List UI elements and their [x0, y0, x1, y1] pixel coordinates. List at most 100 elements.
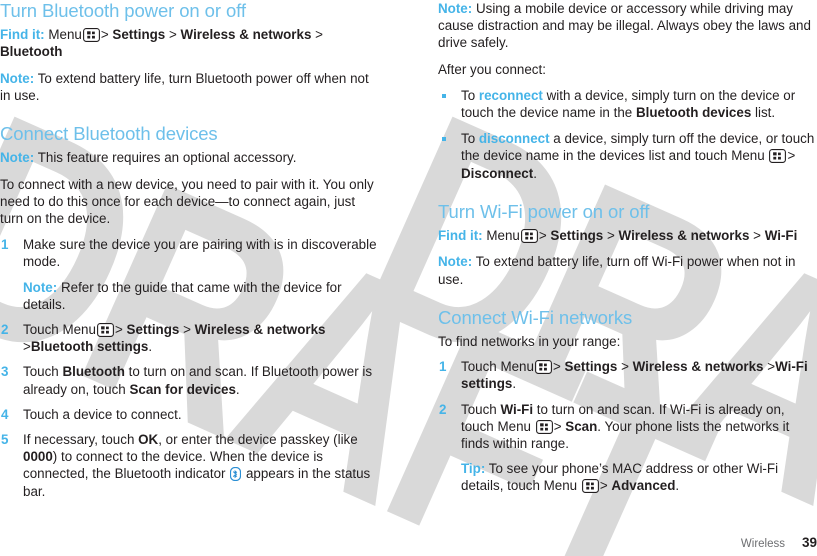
find-it-sep-1: > — [100, 27, 109, 43]
find-it-sep-3: > — [753, 228, 761, 244]
after-connect-bullet-list: To reconnect with a device, simply turn … — [438, 87, 815, 182]
footer-page-number: 39 — [801, 535, 817, 550]
step-text: Touch a device to connect. — [23, 406, 182, 422]
footer-section-name: Wireless — [740, 538, 785, 550]
tip-label: Tip: — [461, 461, 486, 477]
note-label: Note: — [0, 150, 35, 166]
step-text-pre: Touch Menu — [461, 359, 534, 375]
bullet-text-1: To — [461, 131, 479, 147]
right-column: Note: Using a mobile device or accessory… — [438, 0, 815, 503]
bluetooth-pairing-intro: To connect with a new device, you need t… — [0, 176, 374, 226]
note-text: To extend battery life, turn Bluetooth p… — [0, 70, 369, 103]
heading-turn-bluetooth-power: Turn Bluetooth power on or off — [0, 0, 246, 21]
find-it-menu-word: Menu — [486, 228, 520, 244]
bullet-keyword-reconnect: reconnect — [478, 87, 543, 103]
bullet-keyword-disconnect: disconnect — [478, 131, 550, 147]
step-text-pre: Touch Menu — [23, 321, 96, 337]
tip-sep: > — [599, 478, 608, 494]
list-item: To disconnect a device, simply turn off … — [438, 130, 815, 182]
find-it-item-wifi: Wi-Fi — [764, 228, 798, 244]
step-item-settings: Settings — [564, 359, 618, 375]
heading-turn-wifi-power: Turn Wi-Fi power on or off — [438, 200, 650, 222]
note-text: Refer to the guide that came with the de… — [23, 279, 342, 312]
tip-text-2: . — [675, 478, 680, 494]
heading-connect-bluetooth-devices: Connect Bluetooth devices — [0, 123, 218, 145]
list-item: 5 If necessary, touch OK, or enter the de… — [0, 431, 377, 500]
step-text-1: If necessary, touch — [23, 431, 139, 447]
menu-grid-icon — [97, 323, 114, 337]
step-number: 1 — [439, 359, 447, 375]
list-item: 2 Touch Wi-Fi to turn on and scan. If Wi-… — [438, 401, 815, 495]
step-bold-scan-for-devices: Scan for devices — [129, 381, 236, 397]
manual-page: Turn Bluetooth power on or off Find it: … — [0, 0, 817, 556]
step-sep-1: > — [552, 359, 561, 375]
find-it-item-settings: Settings — [112, 27, 166, 43]
find-it-label: Find it: — [0, 27, 45, 43]
step-sep-3: > — [23, 339, 31, 355]
step-period: . — [148, 339, 153, 355]
step-item-bluetooth-settings: Bluetooth settings — [30, 339, 149, 355]
bullet-sep: > — [787, 148, 796, 164]
note-label: Note: — [438, 254, 473, 270]
find-it-sep-2: > — [168, 27, 177, 43]
tip-bold-advanced: Advanced — [611, 478, 676, 494]
find-it-bluetooth: Find it: Menu > Settings > Wireless & net… — [0, 26, 377, 60]
step-number: 5 — [1, 431, 9, 447]
wifi-intro: To find networks in your range: — [438, 333, 621, 349]
find-it-item-wireless-networks: Wireless & networks — [180, 27, 312, 43]
heading-connect-wifi-networks: Connect Wi-Fi networks — [438, 306, 633, 328]
list-item: 1 Make sure the device you are pairing w… — [0, 236, 377, 313]
page-footer: Wireless 39 — [741, 535, 817, 550]
step-item-wireless-networks: Wireless & networks — [194, 321, 326, 337]
step-sep: > — [553, 418, 562, 434]
find-it-wifi: Find it: Menu > Settings > Wireless & net… — [438, 227, 815, 244]
step-number: 2 — [439, 401, 447, 417]
step-text-1: Touch — [23, 364, 63, 380]
note-text: To extend battery life, turn off Wi-Fi p… — [438, 254, 796, 287]
menu-grid-icon — [769, 149, 787, 164]
list-item: 3 Touch Bluetooth to turn on and scan. If… — [0, 363, 377, 397]
menu-grid-icon — [581, 479, 599, 494]
wifi-steps-list: 1 Touch Menu > Settings > Wireless & netw… — [438, 358, 815, 494]
bullet-bold-bluetooth-devices: Bluetooth devices — [635, 105, 752, 121]
find-it-menu-word: Menu — [48, 27, 82, 43]
step-bold-passkey: 0000 — [23, 449, 53, 465]
step-sep-3: > — [767, 359, 776, 375]
step-text: Make sure the device you are pairing wit… — [23, 237, 377, 270]
bullet-text-1: To — [461, 87, 479, 103]
find-it-sep-2: > — [606, 228, 615, 244]
menu-grid-icon — [82, 28, 100, 43]
step-text-1: Touch — [461, 401, 501, 417]
list-item: To reconnect with a device, simply turn … — [438, 87, 815, 121]
note-extend-battery-bluetooth: Note: To extend battery life, turn Bluet… — [0, 70, 377, 104]
bluetooth-indicator-icon — [230, 467, 242, 482]
note-extend-battery-wifi: Note: To extend battery life, turn off W… — [438, 253, 815, 287]
step-sep-2: > — [621, 359, 629, 375]
step-item-wireless-networks: Wireless & networks — [632, 359, 764, 375]
step-bold-wifi: Wi-Fi — [500, 401, 534, 417]
bluetooth-steps-list: 1 Make sure the device you are pairing w… — [0, 236, 377, 500]
step-bold-scan: Scan — [565, 418, 598, 434]
list-item: 4 Touch a device to connect. — [0, 406, 377, 423]
note-text: Using a mobile device or accessory while… — [438, 1, 811, 51]
bullet-text-3: . — [533, 165, 537, 181]
step-sub-note: Note: Refer to the guide that came with … — [23, 279, 377, 313]
find-it-sep-3: > — [315, 27, 323, 43]
bullet-text-3: list. — [751, 105, 776, 121]
step-period: . — [512, 376, 517, 392]
after-you-connect-intro: After you connect: — [438, 61, 546, 77]
step-number: 3 — [1, 364, 9, 380]
note-label: Note: — [0, 70, 35, 86]
note-optional-accessory: Note: This feature requires an optional … — [0, 149, 377, 166]
step-number: 2 — [1, 321, 9, 337]
menu-grid-icon — [535, 419, 553, 434]
step-bold-ok: OK — [138, 431, 159, 447]
step-number: 4 — [1, 406, 9, 422]
menu-grid-icon — [535, 360, 552, 375]
list-item: 1 Touch Menu > Settings > Wireless & netw… — [438, 358, 815, 392]
step-sep-1: > — [114, 321, 123, 337]
note-label: Note: — [438, 1, 473, 16]
step-bold-bluetooth: Bluetooth — [62, 364, 125, 380]
find-it-label: Find it: — [438, 228, 483, 244]
bullet-square-icon — [442, 137, 446, 142]
